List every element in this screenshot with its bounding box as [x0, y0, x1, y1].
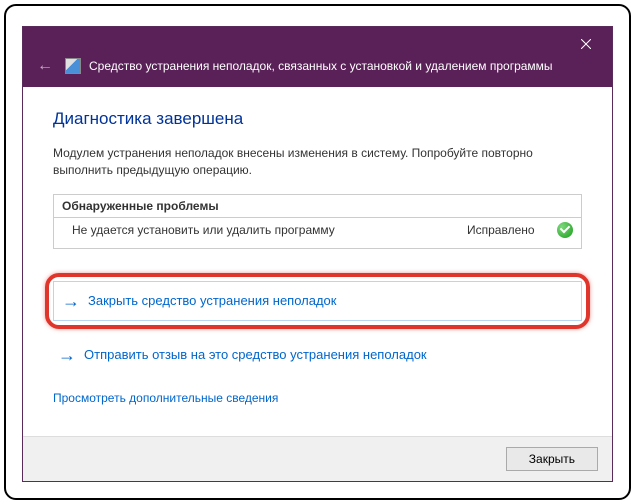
arrow-right-icon: → [58, 346, 76, 364]
content-area: Диагностика завершена Модулем устранения… [23, 87, 612, 436]
titlebar: ← Средство устранения неполадок, связанн… [23, 27, 612, 87]
table-row: Не удается установить или удалить програ… [54, 218, 581, 249]
title-row: ← Средство устранения неполадок, связанн… [33, 55, 553, 77]
window-close-button[interactable] [566, 31, 606, 57]
app-icon [65, 58, 81, 74]
window-title: Средство устранения неполадок, связанных… [89, 59, 553, 73]
highlight-frame: → Закрыть средство устранения неполадок [45, 273, 590, 329]
close-troubleshooter-label: Закрыть средство устранения неполадок [88, 293, 336, 308]
more-info-link[interactable]: Просмотреть дополнительные сведения [53, 391, 278, 405]
check-icon [557, 222, 573, 238]
problems-header: Обнаруженные проблемы [54, 195, 581, 218]
page-heading: Диагностика завершена [53, 109, 582, 129]
problem-name: Не удается установить или удалить програ… [72, 223, 467, 237]
screenshot-frame: ← Средство устранения неполадок, связанн… [4, 4, 631, 500]
page-description: Модулем устранения неполадок внесены изм… [53, 145, 582, 180]
close-icon [581, 39, 591, 49]
problems-table: Обнаруженные проблемы Не удается установ… [53, 194, 582, 249]
arrow-right-icon: → [62, 292, 80, 310]
send-feedback-label: Отправить отзыв на это средство устранен… [84, 347, 427, 362]
footer: Закрыть [23, 436, 612, 481]
problem-status: Исправлено [467, 223, 557, 237]
close-button[interactable]: Закрыть [506, 447, 598, 471]
send-feedback-link[interactable]: → Отправить отзыв на это средство устран… [49, 335, 586, 375]
troubleshooter-window: ← Средство устранения неполадок, связанн… [22, 26, 613, 482]
back-arrow-icon[interactable]: ← [33, 55, 57, 77]
close-troubleshooter-link[interactable]: → Закрыть средство устранения неполадок [53, 281, 582, 321]
